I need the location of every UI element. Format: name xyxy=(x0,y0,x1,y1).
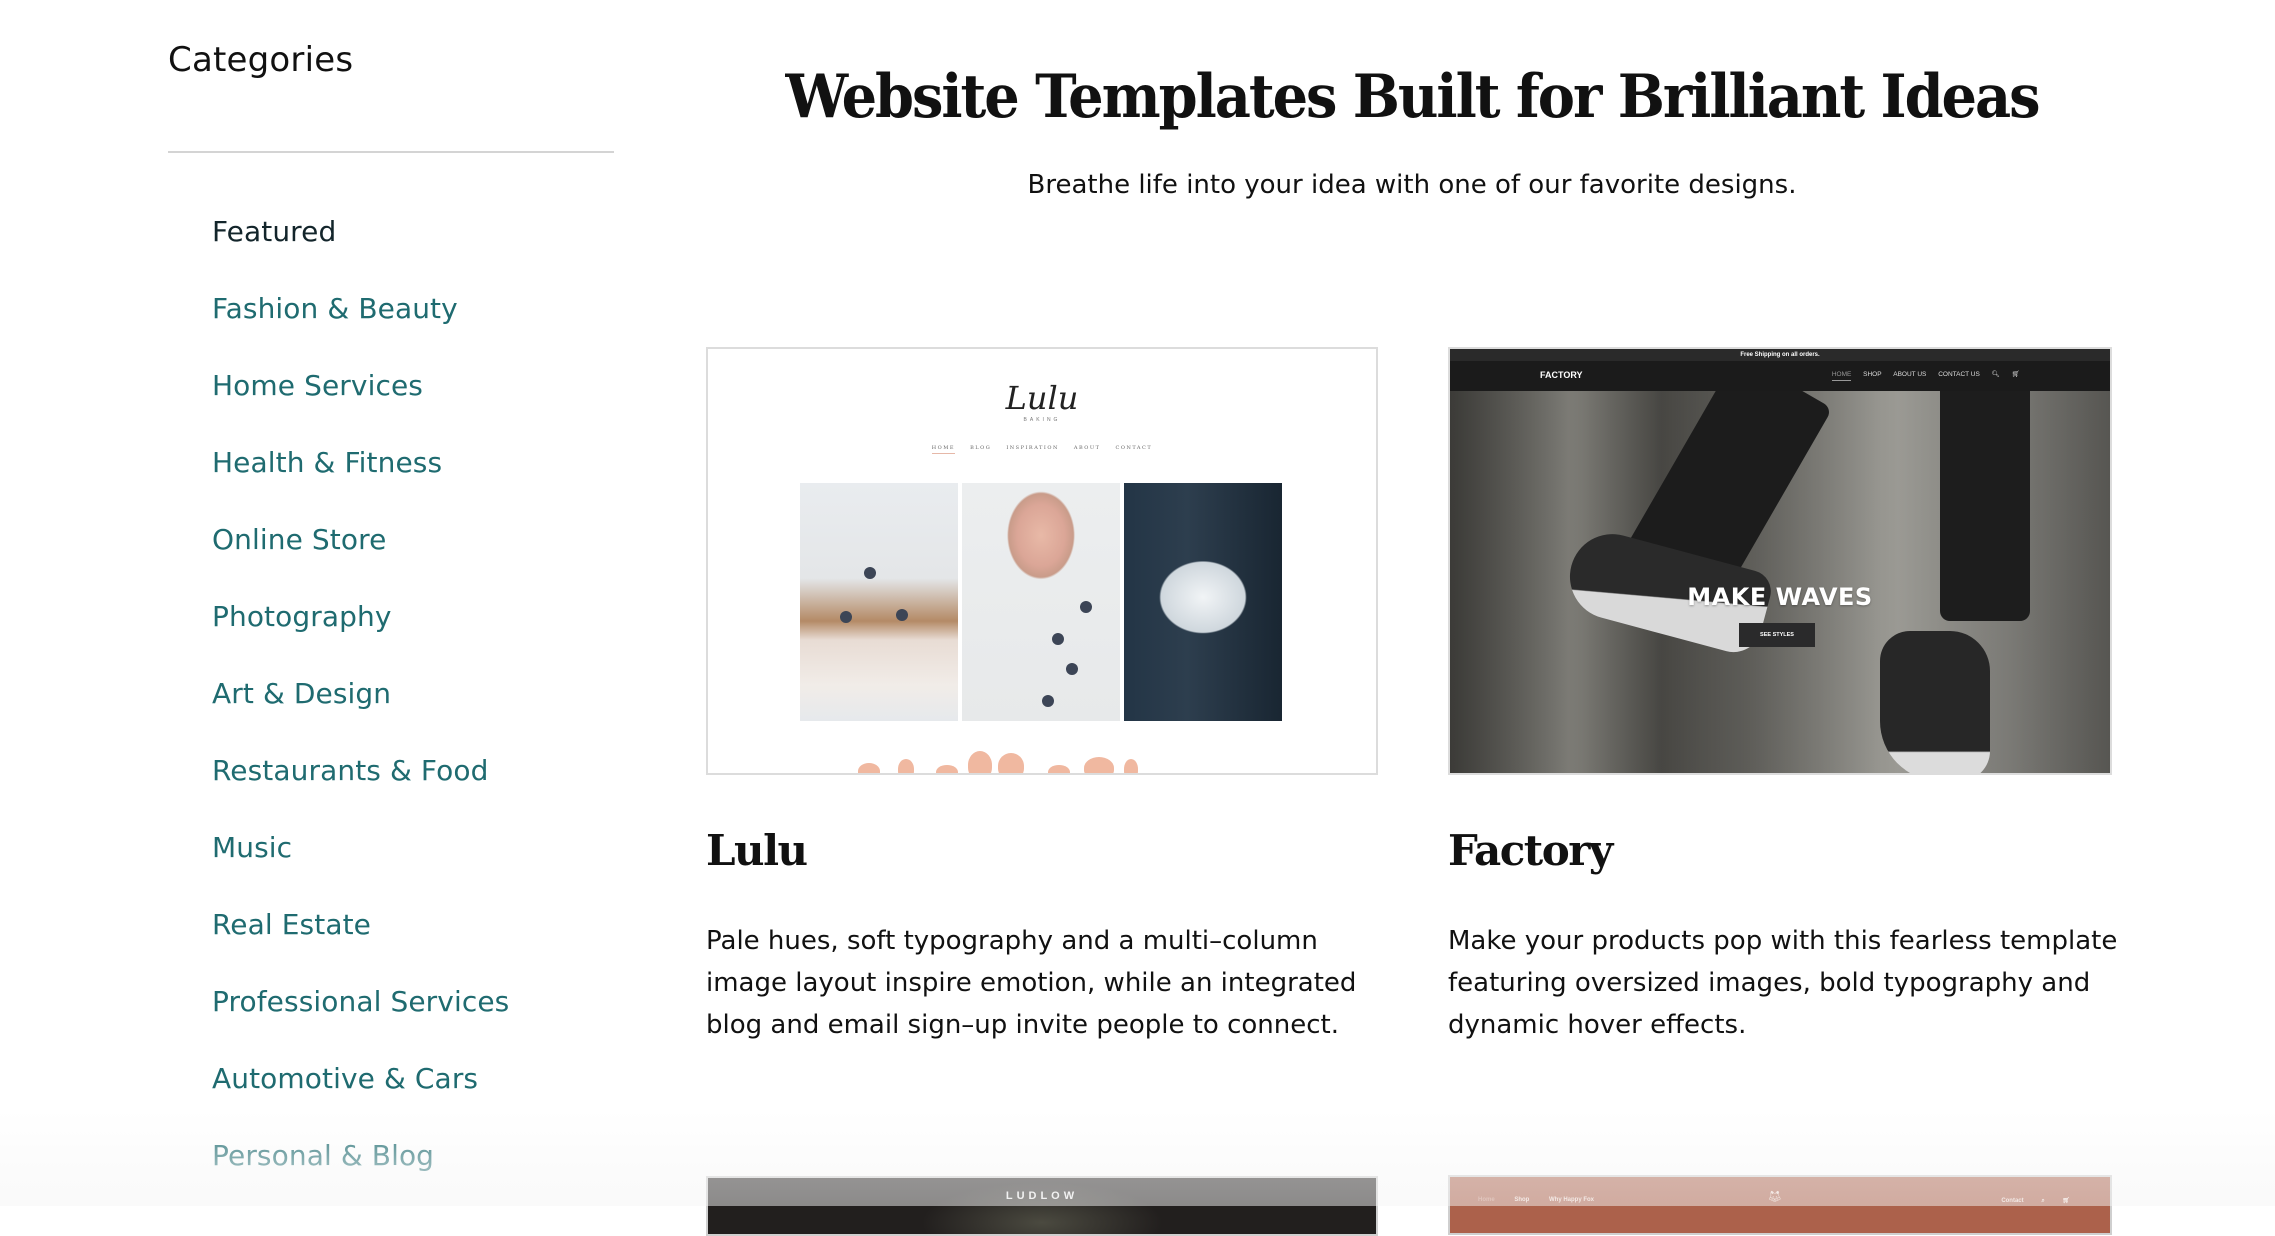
category-automotive-cars[interactable]: Automotive & Cars xyxy=(212,1057,509,1134)
lulu-preview-nav-item: ABOUT xyxy=(1073,445,1101,451)
ludlow-preview-logo: LUDLOW xyxy=(1005,1190,1079,1202)
cart-icon: 🛒︎ xyxy=(2011,371,2020,378)
fox-preview-nav: Home Shop Why Happy Fox xyxy=(1478,1197,1612,1203)
page-title: Website Templates Built for Brilliant Id… xyxy=(785,62,2041,132)
category-list: Featured Fashion & Beauty Home Services … xyxy=(212,210,509,1211)
categories-divider xyxy=(168,151,614,153)
page-subtitle: Breathe life into your idea with one of … xyxy=(1027,170,1797,200)
ludlow-template-preview[interactable]: LUDLOW xyxy=(706,1176,1378,1236)
category-home-services[interactable]: Home Services xyxy=(212,364,509,441)
happy-fox-template-preview[interactable]: Home Shop Why Happy Fox 🦊︎ Contact ⌕ 🛒︎ xyxy=(1448,1175,2112,1235)
factory-preview-nav-item: HOME xyxy=(1831,371,1852,381)
lulu-plate-photo xyxy=(1124,483,1282,721)
factory-preview-button: SEE STYLES xyxy=(1739,623,1815,647)
factory-preview-nav-item: SHOP xyxy=(1863,371,1882,378)
lulu-template-preview[interactable]: Lulu BAKING HOME BLOG INSPIRATION ABOUT … xyxy=(706,347,1378,775)
factory-preview-links: HOME SHOP ABOUT US CONTACT US 🔍︎ 🛒︎ xyxy=(1822,370,2020,381)
category-online-store[interactable]: Online Store xyxy=(212,518,509,595)
berry-decoration xyxy=(1066,663,1078,675)
factory-template-preview[interactable]: MAKE WAVES SEE STYLES Free Shipping on a… xyxy=(1448,347,2112,775)
categories-heading: Categories xyxy=(168,40,354,80)
fox-preview-nav-item: Home xyxy=(1478,1197,1495,1203)
leaf-shape xyxy=(968,751,992,773)
leaf-shape xyxy=(1124,759,1138,773)
factory-preview-headline: MAKE WAVES xyxy=(1687,583,1873,611)
leaf-shape xyxy=(898,759,914,773)
factory-preview-nav-item: ABOUT US xyxy=(1893,371,1927,378)
lulu-preview-nav-item: BLOG xyxy=(970,445,992,451)
factory-hero-image: MAKE WAVES SEE STYLES xyxy=(1450,353,2110,773)
lulu-leaves-decoration xyxy=(858,747,1238,773)
category-art-design[interactable]: Art & Design xyxy=(212,672,509,749)
leaf-shape xyxy=(936,765,958,773)
lulu-template-title[interactable]: Lulu xyxy=(706,826,808,875)
lulu-preview-nav-item: HOME xyxy=(931,445,956,454)
category-fashion-beauty[interactable]: Fashion & Beauty xyxy=(212,287,509,364)
fox-preview-right-nav: Contact ⌕ 🛒︎ xyxy=(1985,1197,2070,1205)
leaf-shape xyxy=(998,753,1024,773)
lulu-preview-logo: Lulu xyxy=(1005,379,1079,417)
factory-preview-logo: FACTORY xyxy=(1540,370,1583,380)
cart-icon: 🛒︎ xyxy=(2062,1198,2070,1204)
sneaker-shape xyxy=(1880,631,1990,773)
category-personal-blog[interactable]: Personal & Blog xyxy=(212,1134,509,1211)
category-professional-services[interactable]: Professional Services xyxy=(212,980,509,1057)
category-restaurants-food[interactable]: Restaurants & Food xyxy=(212,749,509,826)
fox-preview-nav-item: Shop xyxy=(1514,1197,1530,1203)
factory-preview-nav-item: CONTACT US xyxy=(1938,371,1980,378)
leaf-shape xyxy=(1048,765,1070,773)
lulu-preview-nav: HOME BLOG INSPIRATION ABOUT CONTACT xyxy=(708,445,1376,454)
factory-template-description: Make your products pop with this fearles… xyxy=(1448,926,2118,1040)
lulu-bowl-photo xyxy=(962,483,1120,721)
fox-preview-nav-item: Contact xyxy=(2001,1198,2024,1204)
leaf-shape xyxy=(1084,757,1114,773)
berry-decoration xyxy=(1052,633,1064,645)
berry-decoration xyxy=(864,567,876,579)
category-real-estate[interactable]: Real Estate xyxy=(212,903,509,980)
leaf-shape xyxy=(858,763,880,773)
factory-preview-announcement: Free Shipping on all orders. xyxy=(1450,349,2110,361)
lulu-preview-nav-item: CONTACT xyxy=(1115,445,1153,451)
fox-preview-nav-item: Why Happy Fox xyxy=(1549,1197,1595,1203)
berry-decoration xyxy=(1080,601,1092,613)
fox-logo-icon: 🦊︎ xyxy=(1768,1191,1782,1203)
lulu-preview-logo-sub: BAKING xyxy=(1023,417,1061,423)
category-music[interactable]: Music xyxy=(212,826,509,903)
berry-decoration xyxy=(1042,695,1054,707)
category-photography[interactable]: Photography xyxy=(212,595,509,672)
search-icon: ⌕ xyxy=(2041,1198,2045,1204)
lulu-template-description: Pale hues, soft typography and a multi–c… xyxy=(706,926,1357,1040)
factory-preview-nav: FACTORY HOME SHOP ABOUT US CONTACT US 🔍︎… xyxy=(1450,361,2110,391)
berry-decoration xyxy=(840,611,852,623)
category-featured[interactable]: Featured xyxy=(212,210,509,287)
category-health-fitness[interactable]: Health & Fitness xyxy=(212,441,509,518)
search-icon: 🔍︎ xyxy=(1991,371,2000,378)
factory-template-title[interactable]: Factory xyxy=(1448,826,1613,875)
lulu-cake-photo xyxy=(800,483,958,721)
lulu-preview-nav-item: INSPIRATION xyxy=(1006,445,1059,451)
berry-decoration xyxy=(896,609,908,621)
